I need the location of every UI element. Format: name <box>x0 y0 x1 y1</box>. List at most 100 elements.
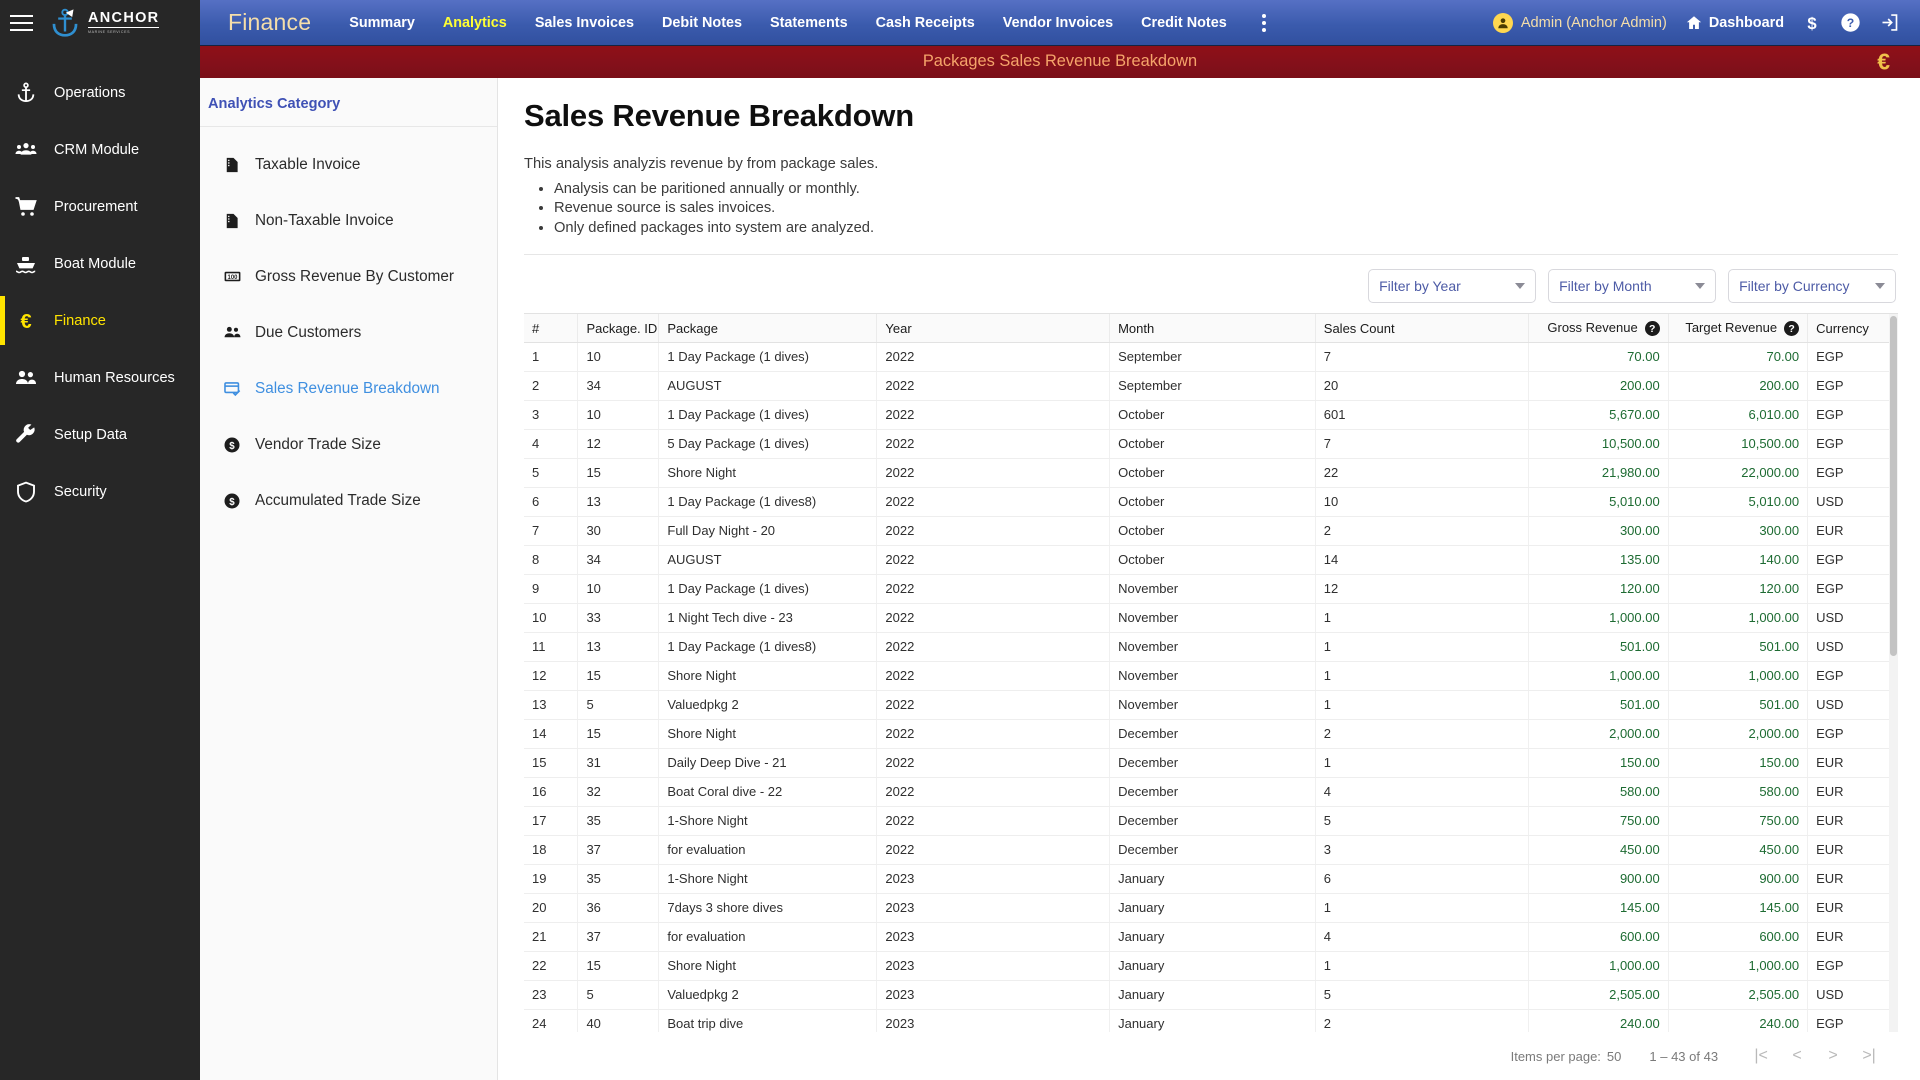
cell-index: 12 <box>524 661 579 691</box>
user-menu[interactable]: Admin (Anchor Admin) <box>1492 12 1667 33</box>
banner-currency-icon[interactable]: € <box>1877 48 1890 75</box>
table-row[interactable]: 6 13 1 Day Package (1 dives8) 2022 October 10… <box>524 487 1899 517</box>
tab-credit-notes[interactable]: Credit Notes <box>1127 0 1241 46</box>
table-row[interactable]: 23 5 Valuedpkg 2 2023 January 5 2,505.00 2,505.… <box>524 980 1899 1010</box>
sidebar-item-security[interactable]: Security <box>0 463 200 520</box>
filter-by-currency-select[interactable]: Filter by Currency <box>1728 269 1897 304</box>
sidebar-item-setup-data[interactable]: Setup Data <box>0 406 200 463</box>
dashboard-link[interactable]: Dashboard <box>1685 14 1784 32</box>
cell-currency: USD <box>1807 980 1899 1010</box>
sidebar-item-finance[interactable]: € Finance <box>0 292 200 349</box>
category-item-vendor-trade-size[interactable]: $ Vendor Trade Size <box>200 417 497 473</box>
scrollbar-thumb[interactable] <box>1890 316 1898 657</box>
table-row[interactable]: 4 12 5 Day Package (1 dives) 2022 October 7 10… <box>524 429 1899 459</box>
cell-year: 2022 <box>876 806 1111 836</box>
cell-currency: EGP <box>1807 371 1899 401</box>
help-icon[interactable]: ? <box>1644 321 1660 337</box>
table-row[interactable]: 21 37 for evaluation 2023 January 4 600.00 600.… <box>524 922 1899 952</box>
tab-summary[interactable]: Summary <box>335 0 429 46</box>
cell-month: October <box>1109 487 1316 517</box>
previous-page-button[interactable]: < <box>1782 1041 1812 1071</box>
help-icon[interactable]: ? <box>1784 321 1800 337</box>
category-item-taxable-invoice[interactable]: Taxable Invoice <box>200 137 497 193</box>
cell-index: 1 <box>524 342 579 372</box>
tab-vendor-invoices[interactable]: Vendor Invoices <box>989 0 1127 46</box>
column-header-target-revenue[interactable]: Target Revenue? <box>1668 314 1809 343</box>
column-header-month[interactable]: Month <box>1109 314 1316 343</box>
hamburger-menu-icon[interactable] <box>10 13 36 33</box>
last-page-button[interactable]: >| <box>1854 1041 1884 1071</box>
cell-year: 2022 <box>876 371 1111 401</box>
table-row[interactable]: 20 36 7days 3 shore dives 2023 January 1 145.0… <box>524 893 1899 923</box>
table-row[interactable]: 11 13 1 Day Package (1 dives8) 2022 November… <box>524 632 1899 662</box>
category-item-gross-revenue-by-customer[interactable]: 100 Gross Revenue By Customer <box>200 249 497 305</box>
logout-icon[interactable] <box>1879 12 1900 33</box>
tab-sales-invoices[interactable]: Sales Invoices <box>521 0 648 46</box>
filter-by-month-select[interactable]: Filter by Month <box>1548 269 1717 304</box>
dollar-icon[interactable]: $ <box>1802 12 1822 34</box>
table-row[interactable]: 19 35 1-Shore Night 2023 January 6 900.00 900.0… <box>524 864 1899 894</box>
filter-by-year-label: Filter by Year <box>1379 278 1461 295</box>
filter-by-year-select[interactable]: Filter by Year <box>1368 269 1537 304</box>
column-header-sales-count[interactable]: Sales Count <box>1315 314 1530 343</box>
people-group-icon <box>14 138 38 162</box>
cell-month: January <box>1109 1009 1316 1032</box>
table-row[interactable]: 2 34 AUGUST 2022 September 20 200.00 200.00 EGP <box>524 371 1899 401</box>
table-row[interactable]: 10 33 1 Night Tech dive - 23 2022 November 1 1… <box>524 603 1899 633</box>
table-row[interactable]: 18 37 for evaluation 2022 December 3 450.00 450… <box>524 835 1899 865</box>
table-row[interactable]: 24 40 Boat trip dive 2023 January 2 240.00 240.… <box>524 1009 1899 1032</box>
cell-target-revenue: 200.00 <box>1668 371 1809 401</box>
table-row[interactable]: 5 15 Shore Night 2022 October 22 21,980.00 22,0… <box>524 458 1899 488</box>
table-row[interactable]: 15 31 Daily Deep Dive - 21 2022 December 1 150… <box>524 748 1899 778</box>
first-page-button[interactable]: |< <box>1746 1041 1776 1071</box>
column-header-index[interactable]: # <box>524 314 579 343</box>
column-header-year[interactable]: Year <box>876 314 1111 343</box>
list-item: Analysis can be paritioned annually or m… <box>554 180 1898 199</box>
cell-package: 1-Shore Night <box>658 864 878 894</box>
sidebar-item-operations[interactable]: Operations <box>0 64 200 121</box>
column-header-currency[interactable]: Currency <box>1807 314 1899 343</box>
category-item-non-taxable-invoice[interactable]: Non-Taxable Invoice <box>200 193 497 249</box>
table-row[interactable]: 7 30 Full Day Night - 20 2022 October 2 300.00… <box>524 516 1899 546</box>
top-navbar: Finance Summary Analytics Sales Invoices… <box>200 0 1920 46</box>
tab-cash-receipts[interactable]: Cash Receipts <box>862 0 989 46</box>
category-item-sales-revenue-breakdown[interactable]: Sales Revenue Breakdown <box>200 361 497 417</box>
table-row[interactable]: 8 34 AUGUST 2022 October 14 135.00 140.00 EGP <box>524 545 1899 575</box>
cell-year: 2023 <box>876 1009 1111 1032</box>
sidebar-item-crm-module[interactable]: CRM Module <box>0 121 200 178</box>
cell-package-id: 15 <box>577 661 660 691</box>
tab-statements[interactable]: Statements <box>756 0 862 46</box>
table-row[interactable]: 22 15 Shore Night 2023 January 1 1,000.00 1,000… <box>524 951 1899 981</box>
cell-month: November <box>1109 661 1316 691</box>
category-item-due-customers[interactable]: Due Customers <box>200 305 497 361</box>
brand-logo[interactable]: ANCHOR MARINE SERVICES <box>48 6 160 40</box>
more-options-icon[interactable] <box>1249 3 1279 43</box>
table-row[interactable]: 9 10 1 Day Package (1 dives) 2022 November 12… <box>524 574 1899 604</box>
sidebar-item-boat-module[interactable]: Boat Module <box>0 235 200 292</box>
column-header-package-id[interactable]: Package. ID <box>577 314 660 343</box>
column-header-package[interactable]: Package <box>658 314 878 343</box>
table-row[interactable]: 17 35 1-Shore Night 2022 December 5 750.00 750.… <box>524 806 1899 836</box>
next-page-button[interactable]: > <box>1818 1041 1848 1071</box>
sidebar-item-procurement[interactable]: Procurement <box>0 178 200 235</box>
category-item-accumulated-trade-size[interactable]: $ Accumulated Trade Size <box>200 473 497 529</box>
table-row[interactable]: 3 10 1 Day Package (1 dives) 2022 October 601… <box>524 400 1899 430</box>
cell-currency: EUR <box>1807 922 1899 952</box>
column-header-gross-revenue[interactable]: Gross Revenue? <box>1528 314 1669 343</box>
sidebar-item-human-resources[interactable]: Human Resources <box>0 349 200 406</box>
brand-tagline: MARINE SERVICES <box>88 30 131 35</box>
table-row[interactable]: 13 5 Valuedpkg 2 2022 November 1 501.00 501.00 U… <box>524 690 1899 720</box>
table-row[interactable]: 14 15 Shore Night 2022 December 2 2,000.00 2,00… <box>524 719 1899 749</box>
filter-by-month-label: Filter by Month <box>1559 278 1652 295</box>
items-per-page-value[interactable]: 50 <box>1607 1049 1621 1064</box>
cell-gross-revenue: 21,980.00 <box>1528 458 1669 488</box>
help-icon[interactable]: ? <box>1840 12 1861 33</box>
items-per-page-group[interactable]: Items per page: 50 <box>1511 1049 1622 1064</box>
table-row[interactable]: 16 32 Boat Coral dive - 22 2022 December 4 580… <box>524 777 1899 807</box>
table-row[interactable]: 12 15 Shore Night 2022 November 1 1,000.00 1,00… <box>524 661 1899 691</box>
table-vertical-scrollbar[interactable] <box>1889 314 1899 1032</box>
cell-month: December <box>1109 806 1316 836</box>
tab-debit-notes[interactable]: Debit Notes <box>648 0 756 46</box>
table-row[interactable]: 1 10 1 Day Package (1 dives) 2022 September 7… <box>524 342 1899 372</box>
tab-analytics[interactable]: Analytics <box>429 0 521 46</box>
